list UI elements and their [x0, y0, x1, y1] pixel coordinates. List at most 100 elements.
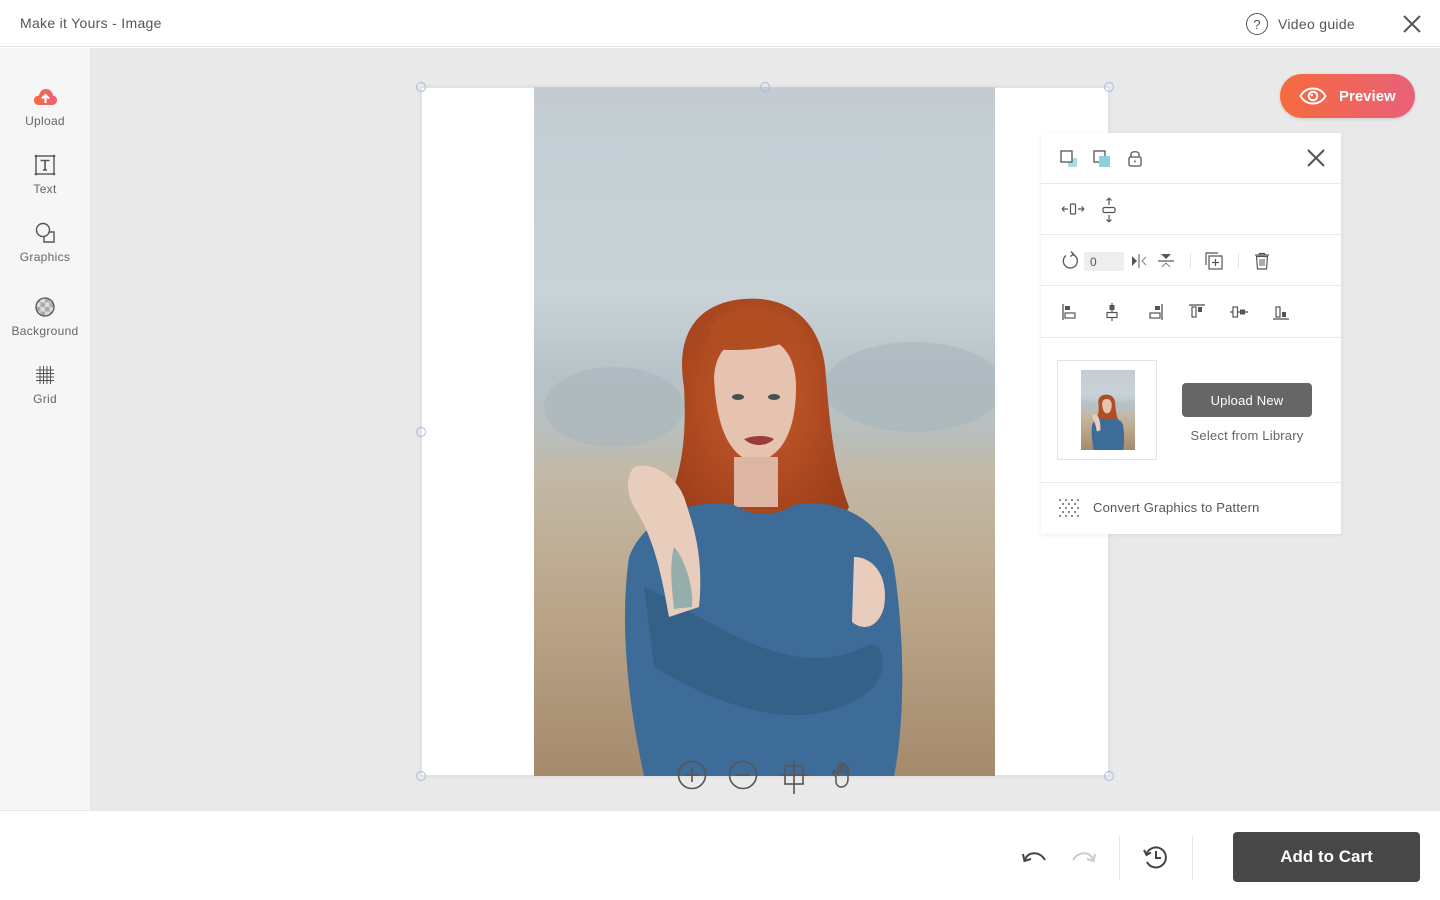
align-top-button[interactable] — [1187, 302, 1207, 322]
rotate-icon — [1062, 251, 1078, 269]
rotation-input[interactable] — [1084, 252, 1124, 271]
convert-to-pattern-label: Convert Graphics to Pattern — [1093, 500, 1260, 515]
zoom-out-button[interactable] — [728, 760, 758, 790]
close-icon — [1307, 149, 1325, 167]
flip-vertical-button[interactable] — [1156, 251, 1176, 271]
align-top-icon — [1189, 304, 1205, 318]
bring-forward-icon — [1093, 150, 1110, 167]
duplicate-icon — [1205, 252, 1223, 270]
zoom-in-icon — [677, 760, 707, 790]
rotate-handle-top[interactable] — [760, 82, 770, 92]
stretch-vertical-button[interactable] — [1099, 197, 1119, 223]
preview-button[interactable]: Preview — [1280, 74, 1415, 118]
pan-button[interactable] — [828, 760, 858, 790]
send-backward-button[interactable] — [1059, 149, 1079, 169]
checker-circle-icon — [35, 297, 55, 317]
align-bottom-button[interactable] — [1271, 302, 1291, 322]
upload-new-button[interactable]: Upload New — [1182, 383, 1312, 417]
canvas-photo[interactable] — [534, 87, 995, 776]
sidebar-item-label: Graphics — [19, 250, 71, 264]
stretch-horizontal-icon — [1061, 203, 1085, 215]
sidebar-item-label: Background — [11, 324, 79, 338]
align-left-button[interactable] — [1060, 302, 1080, 322]
resize-handle-left[interactable] — [416, 427, 426, 437]
panel-row-image-source: Upload New Select from Library — [1041, 338, 1341, 483]
history-button[interactable] — [1141, 842, 1171, 872]
sidebar-item-text[interactable]: Text — [0, 152, 90, 196]
portrait-image — [534, 87, 995, 776]
flip-vertical-icon — [1158, 254, 1174, 268]
help-circle-icon: ? — [1246, 13, 1268, 35]
sidebar-item-grid[interactable]: Grid — [0, 362, 90, 406]
zoom-in-button[interactable] — [677, 760, 707, 790]
stretch-horizontal-button[interactable] — [1061, 199, 1085, 219]
align-right-icon — [1149, 304, 1163, 320]
close-panel-button[interactable] — [1305, 147, 1327, 169]
resize-handle-top-left[interactable] — [416, 82, 426, 92]
app-header: Make it Yours - Image ? Video guide — [0, 0, 1440, 47]
tool-sidebar: Upload Text Graphics Background Grid — [0, 48, 90, 810]
close-icon — [1403, 15, 1421, 33]
flip-horizontal-button[interactable] — [1129, 251, 1149, 271]
hand-icon — [832, 762, 849, 788]
crop-button[interactable] — [779, 760, 809, 794]
undo-icon — [1022, 852, 1046, 863]
divider — [1190, 253, 1191, 269]
align-bottom-icon — [1273, 306, 1289, 320]
video-guide-link[interactable]: ? Video guide — [1246, 12, 1355, 36]
panel-row-layer — [1041, 133, 1341, 184]
delete-button[interactable] — [1252, 251, 1272, 271]
stretch-vertical-icon — [1102, 197, 1116, 223]
page-title: Make it Yours - Image — [20, 15, 162, 31]
pattern-icon — [1059, 499, 1079, 517]
align-right-button[interactable] — [1145, 302, 1165, 322]
duplicate-button[interactable] — [1204, 251, 1224, 271]
lock-icon — [1128, 151, 1142, 167]
undo-button[interactable] — [1020, 842, 1050, 872]
resize-handle-top-right[interactable] — [1104, 82, 1114, 92]
panel-row-transform — [1041, 235, 1341, 286]
align-center-horizontal-button[interactable] — [1102, 302, 1122, 322]
trash-icon — [1255, 252, 1269, 270]
divider — [1119, 836, 1120, 880]
image-properties-panel: Upload New Select from Library Convert G… — [1041, 133, 1341, 534]
sidebar-item-label: Upload — [25, 114, 65, 128]
align-left-icon — [1062, 304, 1076, 320]
eye-icon — [1299, 87, 1327, 105]
align-center-vertical-button[interactable] — [1229, 302, 1249, 322]
bring-forward-button[interactable] — [1092, 149, 1112, 169]
panel-row-align — [1041, 286, 1341, 338]
redo-button[interactable] — [1068, 842, 1098, 872]
resize-handle-bottom-left[interactable] — [416, 771, 426, 781]
sidebar-item-label: Grid — [33, 392, 57, 406]
image-thumbnail — [1081, 370, 1135, 450]
lock-button[interactable] — [1125, 148, 1145, 168]
cloud-upload-icon — [33, 89, 57, 105]
align-center-vertical-icon — [1230, 306, 1248, 318]
divider — [1192, 836, 1193, 880]
sidebar-item-upload[interactable]: Upload — [0, 84, 90, 128]
image-thumbnail-frame — [1057, 360, 1157, 460]
sidebar-item-background[interactable]: Background — [0, 294, 90, 338]
preview-label: Preview — [1339, 87, 1396, 105]
text-box-icon — [34, 154, 56, 176]
shapes-icon — [35, 222, 55, 243]
crop-icon — [779, 760, 809, 794]
send-backward-icon — [1060, 150, 1077, 167]
divider — [1238, 253, 1239, 269]
history-icon — [1143, 846, 1167, 869]
close-editor-button[interactable] — [1400, 12, 1424, 36]
convert-to-pattern-button[interactable]: Convert Graphics to Pattern — [1041, 483, 1341, 534]
video-guide-label: Video guide — [1278, 16, 1355, 32]
rotate-button[interactable] — [1060, 251, 1080, 271]
align-center-horizontal-icon — [1106, 303, 1118, 321]
select-from-library-link[interactable]: Select from Library — [1172, 428, 1322, 443]
sidebar-item-graphics[interactable]: Graphics — [0, 220, 90, 264]
app-footer: Add to Cart — [0, 810, 1440, 900]
flip-horizontal-icon — [1132, 254, 1147, 268]
panel-row-size — [1041, 184, 1341, 235]
zoom-out-icon — [728, 760, 758, 790]
resize-handle-bottom-right[interactable] — [1104, 771, 1114, 781]
add-to-cart-button[interactable]: Add to Cart — [1233, 832, 1420, 882]
redo-icon — [1072, 852, 1096, 863]
